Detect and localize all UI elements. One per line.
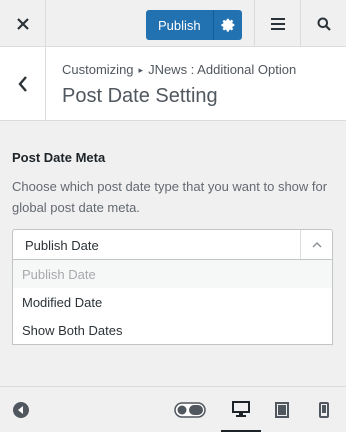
mobile-icon	[319, 402, 329, 418]
select-arrow[interactable]	[300, 230, 332, 259]
breadcrumb-root: Customizing	[62, 62, 134, 77]
customizer-footer	[0, 386, 346, 432]
chevron-left-icon	[17, 76, 27, 92]
back-button[interactable]	[0, 47, 46, 121]
chevron-up-icon	[312, 241, 321, 247]
desktop-icon	[232, 400, 250, 417]
publish-settings-button[interactable]	[213, 10, 242, 40]
collapse-icon[interactable]	[12, 401, 30, 419]
gear-icon	[221, 18, 234, 32]
select-dropdown: Publish Date Modified Date Show Both Dat…	[12, 260, 333, 345]
option-show-both-dates[interactable]: Show Both Dates	[13, 316, 332, 344]
breadcrumb-parent: JNews : Additional Option	[148, 62, 297, 77]
option-publish-date[interactable]: Publish Date	[13, 260, 332, 288]
section-title: Post Date Setting	[62, 85, 218, 107]
post-date-select[interactable]: Publish Date	[12, 229, 333, 260]
control-description: Choose which post date type that you wan…	[12, 179, 328, 215]
close-icon	[16, 17, 29, 30]
device-desktop-button[interactable]	[221, 387, 261, 432]
close-button[interactable]	[0, 0, 46, 47]
select-value: Publish Date	[25, 238, 99, 253]
device-tablet-button[interactable]	[262, 387, 302, 432]
tablet-icon	[275, 402, 289, 418]
search-button[interactable]	[300, 0, 346, 47]
control-title: Post Date Meta	[12, 150, 106, 165]
option-modified-date[interactable]: Modified Date	[13, 288, 332, 316]
device-mobile-button[interactable]	[304, 387, 344, 432]
publish-group: Publish	[146, 10, 242, 40]
search-icon	[317, 17, 331, 31]
breadcrumb: Customizing ▸ JNews : Additional Option	[62, 62, 296, 77]
menu-button[interactable]	[254, 0, 300, 47]
breadcrumb-separator: ▸	[138, 65, 144, 75]
publish-button[interactable]: Publish	[146, 10, 214, 40]
toggle-icon[interactable]	[174, 402, 206, 418]
section-header: Customizing ▸ JNews : Additional Option Po…	[0, 47, 346, 121]
customizer-header: Publish	[0, 0, 346, 47]
hamburger-icon	[270, 17, 285, 30]
